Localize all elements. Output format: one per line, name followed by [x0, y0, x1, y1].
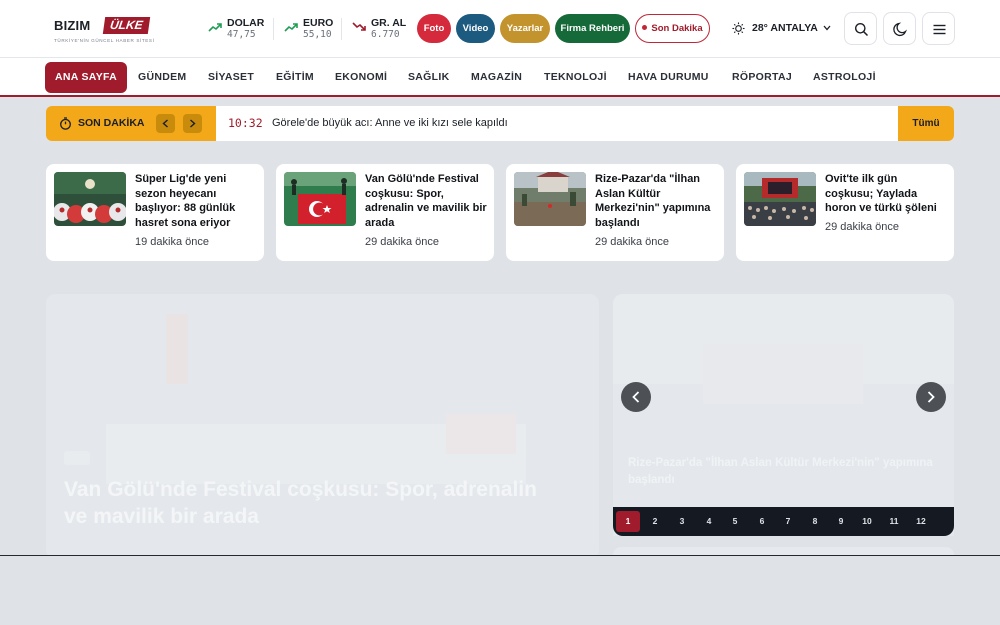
currency-name: GR. AL: [371, 17, 407, 29]
page-button[interactable]: 4: [697, 511, 721, 532]
news-card-title: Süper Lig'de yeni sezon heyecanı başlıyo…: [135, 173, 236, 229]
page-button[interactable]: 8: [803, 511, 827, 532]
hamburger-icon: [933, 24, 946, 35]
news-card[interactable]: Ovit'te ilk gün coşkusu; Yaylada horon v…: [736, 164, 954, 261]
page-button[interactable]: 1: [616, 511, 640, 532]
news-card-title: Rize-Pazar'da "İlhan Aslan Kültür Merkez…: [595, 173, 711, 229]
page-button[interactable]: 6: [750, 511, 774, 532]
breaking-time: 10:32: [228, 116, 263, 130]
chevron-right-icon: [927, 391, 935, 403]
currency-value: 47,75: [227, 29, 256, 40]
breaking-all-button[interactable]: Tümü: [898, 106, 954, 141]
yazarlar-button[interactable]: Yazarlar: [500, 14, 550, 43]
side-slide-caption: Rize-Pazar'da "İlhan Aslan Kültür Merkez…: [628, 457, 933, 486]
page-button[interactable]: 3: [670, 511, 694, 532]
news-thumbnail: [54, 172, 126, 226]
divider: [341, 18, 342, 40]
nav-item-ana-sayfa[interactable]: ANA SAYFA: [45, 62, 128, 93]
breaking-label: SON DAKİKA: [46, 106, 216, 141]
currency-dolar: DOLAR 47,75: [208, 16, 268, 42]
page-button[interactable]: 7: [776, 511, 800, 532]
trend-down-icon: [352, 22, 366, 31]
category-badge: [64, 451, 90, 465]
breaking-label-text: SON DAKİKA: [78, 117, 145, 129]
nav-item-egitim[interactable]: EĞİTİM: [276, 62, 314, 93]
page-button[interactable]: 9: [829, 511, 853, 532]
breaking-next-button[interactable]: [183, 114, 202, 133]
main-nav: ANA SAYFA GÜNDEM SİYASET EĞİTİM EKONOMİ …: [0, 58, 1000, 97]
nav-item-siyaset[interactable]: SİYASET: [208, 62, 254, 93]
breaking-news-bar: SON DAKİKA 10:32 Görele'de büyük acı: An…: [46, 106, 954, 141]
site-logo[interactable]: BIZIM ÜLKE TÜRKİYE'NİN GÜNCEL HABER SİTE…: [54, 17, 174, 45]
news-card[interactable]: Van Gölü'nde Festival coşkusu: Spor, adr…: [276, 164, 494, 261]
chevron-right-icon: [190, 119, 196, 128]
foto-button[interactable]: Foto: [417, 14, 451, 43]
page-button[interactable]: 2: [643, 511, 667, 532]
firma-rehberi-button[interactable]: Firma Rehberi: [555, 14, 630, 43]
weather-text: 28° ANTALYA: [752, 22, 818, 34]
nav-item-astroloji[interactable]: ASTROLOJİ: [813, 62, 876, 93]
site-header: BIZIM ÜLKE TÜRKİYE'NİN GÜNCEL HABER SİTE…: [0, 0, 1000, 58]
video-button[interactable]: Video: [456, 14, 495, 43]
news-card-time: 19 dakika önce: [135, 236, 209, 248]
page-button[interactable]: 5: [723, 511, 747, 532]
currency-name: EURO: [303, 17, 334, 29]
chevron-down-icon: [823, 25, 831, 31]
divider: [273, 18, 274, 40]
nav-item-saglik[interactable]: SAĞLIK: [408, 62, 449, 93]
dark-mode-button[interactable]: [883, 12, 916, 45]
sun-icon: [732, 22, 745, 35]
news-card-time: 29 dakika önce: [595, 236, 669, 248]
main-headline-slider[interactable]: Van Gölü'nde Festival coşkusu: Spor, adr…: [46, 294, 599, 559]
nav-item-hava-durumu[interactable]: HAVA DURUMU: [628, 62, 709, 93]
trend-up-icon: [284, 23, 298, 32]
nav-item-ekonomi[interactable]: EKONOMİ: [335, 62, 387, 93]
bottom-bar: [0, 555, 1000, 625]
page-button[interactable]: 10: [855, 511, 879, 532]
news-card-time: 29 dakika önce: [825, 221, 899, 233]
nav-item-teknoloji[interactable]: TEKNOLOJİ: [544, 62, 607, 93]
currency-gram-altin: GR. AL 6.770: [352, 16, 408, 42]
news-thumbnail: [514, 172, 586, 226]
breaking-headline[interactable]: Görele'de büyük acı: Anne ve iki kızı se…: [272, 117, 508, 129]
chevron-left-icon: [162, 119, 168, 128]
search-button[interactable]: [844, 12, 877, 45]
page-button[interactable]: 11: [882, 511, 906, 532]
menu-button[interactable]: [922, 12, 955, 45]
page-button[interactable]: 12: [909, 511, 933, 532]
trend-up-icon: [208, 23, 222, 32]
currency-value: 55,10: [303, 29, 332, 40]
side-slide-image: [613, 294, 954, 536]
currency-value: 6.770: [371, 29, 400, 40]
logo-tagline: TÜRKİYE'NİN GÜNCEL HABER SİTESİ: [54, 38, 155, 43]
slider-pagination: 1 2 3 4 5 6 7 8 9 10 11 12: [613, 507, 954, 536]
nav-item-magazin[interactable]: MAGAZİN: [471, 62, 522, 93]
nav-item-gundem[interactable]: GÜNDEM: [138, 62, 186, 93]
stopwatch-icon: [60, 117, 71, 130]
moon-icon: [893, 22, 907, 37]
side-news-slider[interactable]: Rize-Pazar'da "İlhan Aslan Kültür Merkez…: [613, 294, 954, 536]
chevron-left-icon: [632, 391, 640, 403]
news-card-title: Ovit'te ilk gün coşkusu; Yaylada horon v…: [825, 173, 937, 215]
nav-item-roportaj[interactable]: RÖPORTAJ: [732, 62, 792, 93]
search-icon: [855, 23, 869, 37]
slider-next-button[interactable]: [916, 382, 946, 412]
news-card-title: Van Gölü'nde Festival coşkusu: Spor, adr…: [365, 173, 487, 229]
logo-word-bizim: BIZIM: [54, 18, 91, 33]
news-card[interactable]: Süper Lig'de yeni sezon heyecanı başlıyo…: [46, 164, 264, 261]
breaking-prev-button[interactable]: [156, 114, 175, 133]
son-dakika-button[interactable]: Son Dakika: [635, 14, 710, 43]
news-thumbnail: [744, 172, 816, 226]
main-slide-headline: Van Gölü'nde Festival coşkusu: Spor, adr…: [64, 478, 537, 528]
currency-euro: EURO 55,10: [284, 16, 340, 42]
live-dot-icon: [642, 25, 648, 30]
currency-name: DOLAR: [227, 17, 265, 29]
news-card-time: 29 dakika önce: [365, 236, 439, 248]
slider-prev-button[interactable]: [621, 382, 651, 412]
logo-word-ulke: ÜLKE: [102, 17, 150, 34]
news-thumbnail: [284, 172, 356, 226]
news-card[interactable]: Rize-Pazar'da "İlhan Aslan Kültür Merkez…: [506, 164, 724, 261]
son-dakika-label: Son Dakika: [651, 23, 703, 34]
